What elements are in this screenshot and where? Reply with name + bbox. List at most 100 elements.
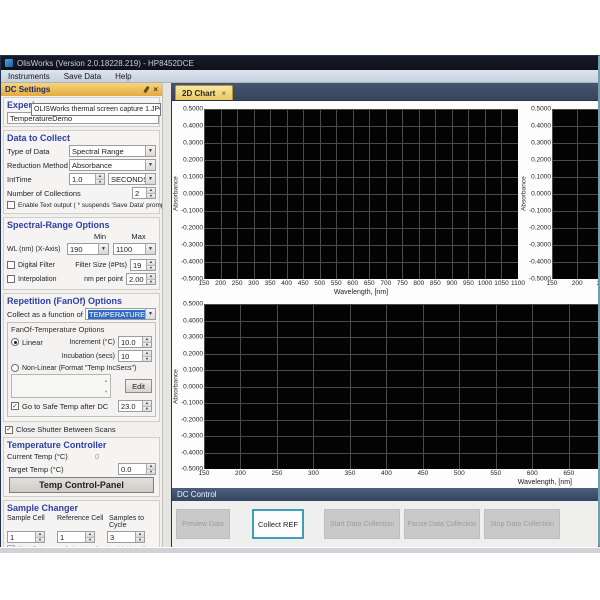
chevron-down-icon[interactable]: ▼ xyxy=(145,160,155,170)
collect-ref-button[interactable]: Collect REF xyxy=(252,509,304,539)
enable-text-output-checkbox[interactable] xyxy=(7,201,15,209)
y-tick-label: -0.2000 xyxy=(181,225,203,232)
spinner-arrows-icon[interactable]: ▲▼ xyxy=(146,464,155,474)
close-icon[interactable]: × xyxy=(153,86,158,93)
v-gridline xyxy=(221,109,222,279)
x-tick-label: 450 xyxy=(417,470,428,477)
chevron-down-icon[interactable]: ▼ xyxy=(98,244,108,254)
edit-button[interactable]: Edit xyxy=(125,379,152,393)
menu-save-data[interactable]: Save Data xyxy=(57,70,108,82)
x-tick-label: 500 xyxy=(314,280,325,287)
v-gridline xyxy=(435,109,436,279)
spinner-arrows-icon[interactable]: ▲▼ xyxy=(142,337,151,347)
spectral-range-title: Spectral-Range Options xyxy=(7,220,156,230)
x-tick-label: 800 xyxy=(413,280,424,287)
y-tick-label: -0.4000 xyxy=(181,259,203,266)
target-temp-label: Target Temp (°C) xyxy=(7,465,118,474)
h-gridline xyxy=(552,109,598,110)
reduction-method-select[interactable]: Absorbance ▼ xyxy=(69,159,156,171)
wl-min-select[interactable]: 190 ▼ xyxy=(67,243,109,255)
nm-per-point-stepper[interactable]: 2.00 ▲▼ xyxy=(126,273,156,285)
inttime-units-select[interactable]: SECONDS ▼ xyxy=(108,173,156,185)
max-label: Max xyxy=(121,232,156,241)
y-tick-label: 0.3000 xyxy=(531,140,551,147)
x-tick-label: 600 xyxy=(527,470,538,477)
y-tick-label: -0.3000 xyxy=(181,242,203,249)
spinner-arrows-icon[interactable]: ▲▼ xyxy=(146,274,155,284)
v-gridline xyxy=(350,304,351,469)
h-gridline xyxy=(204,177,518,178)
nonlinear-list-input[interactable]: ▲▼ xyxy=(11,374,111,398)
spinner-arrows-icon[interactable]: ▲▼ xyxy=(146,188,155,198)
current-temp-value: 0 xyxy=(95,452,99,461)
spinner-arrows-icon[interactable]: ▲▼ xyxy=(95,174,104,184)
chevron-down-icon[interactable]: ▼ xyxy=(145,174,155,184)
x-tick-label: 150 xyxy=(199,280,210,287)
v-gridline xyxy=(577,109,578,279)
dc-settings-body: OLISWorks thermal screen capture 1.JPG E… xyxy=(1,96,162,547)
interpolation-checkbox[interactable] xyxy=(7,275,15,283)
spinner-arrows-icon[interactable]: ▲▼ xyxy=(85,532,94,542)
spinner-arrows-icon[interactable]: ▲▼ xyxy=(35,532,44,542)
nonlinear-radio[interactable] xyxy=(11,364,19,372)
type-of-data-select[interactable]: Spectral Range ▼ xyxy=(69,145,156,157)
chevron-down-icon[interactable]: ▼ xyxy=(145,146,155,156)
v-gridline xyxy=(336,109,337,279)
v-gridline xyxy=(386,109,387,279)
plot-area[interactable] xyxy=(552,109,598,279)
panel-splitter[interactable] xyxy=(163,83,171,547)
h-gridline xyxy=(204,262,518,263)
v-gridline xyxy=(501,109,502,279)
target-temp-stepper[interactable]: 0.0 ▲▼ xyxy=(118,463,156,475)
pin-icon[interactable] xyxy=(144,86,150,93)
collect-fn-select[interactable]: TEMPERATURE (C) ▼ xyxy=(85,308,156,320)
safe-temp-stepper[interactable]: 23.0 ▲▼ xyxy=(118,400,152,412)
dc-settings-header: DC Settings × xyxy=(1,83,162,96)
incubation-stepper[interactable]: 10 ▲▼ xyxy=(118,350,152,362)
filter-size-stepper[interactable]: 19 ▲▼ xyxy=(130,259,156,271)
x-axis-title: Wavelength, [nm] xyxy=(204,479,598,488)
page: OlisWorks (Version 2.0.18228.219) - HP84… xyxy=(0,0,600,600)
h-gridline xyxy=(204,403,598,404)
digital-filter-checkbox[interactable] xyxy=(7,261,15,269)
tab-2d-chart[interactable]: 2D Chart × xyxy=(175,85,233,100)
plot-area[interactable] xyxy=(204,109,518,279)
h-gridline xyxy=(552,262,598,263)
spinner-arrows-icon[interactable]: ▲▼ xyxy=(142,351,151,361)
tab-close-icon[interactable]: × xyxy=(221,89,226,98)
digital-filter-label: Digital Filter xyxy=(18,262,66,269)
sample-cell-stepper[interactable]: 1 ▲▼ xyxy=(7,531,45,543)
y-tick-label: 0.0000 xyxy=(183,191,203,198)
x-tick-label: 300 xyxy=(248,280,259,287)
inttime-stepper[interactable]: 1.0 ▲▼ xyxy=(69,173,105,185)
h-gridline xyxy=(552,143,598,144)
close-shutter-checkbox[interactable]: ✓ xyxy=(5,426,13,434)
reference-cell-stepper[interactable]: 1 ▲▼ xyxy=(57,531,95,543)
linear-radio[interactable] xyxy=(11,338,19,346)
spinner-arrows-icon[interactable]: ▲▼ xyxy=(142,401,151,411)
samples-to-cycle-stepper[interactable]: 3 ▲▼ xyxy=(107,531,145,543)
h-gridline xyxy=(552,228,598,229)
chevron-down-icon[interactable]: ▼ xyxy=(145,244,155,254)
temp-control-panel-button[interactable]: Temp Control-Panel xyxy=(9,477,154,493)
collections-stepper[interactable]: 2 ▲▼ xyxy=(132,187,156,199)
repetition-section: Repetition (FanOf) Options Collect as a … xyxy=(3,293,160,422)
safe-temp-label: Go to Safe Temp after DC xyxy=(22,402,118,411)
y-tick-label: 0.0000 xyxy=(531,191,551,198)
v-gridline xyxy=(386,304,387,469)
y-tick-label: 0.2000 xyxy=(531,157,551,164)
spinner-arrows-icon[interactable]: ▲▼ xyxy=(102,375,110,397)
menu-instruments[interactable]: Instruments xyxy=(1,70,57,82)
wl-max-select[interactable]: 1100 ▼ xyxy=(113,243,156,255)
chevron-down-icon[interactable]: ▼ xyxy=(145,309,155,319)
h-gridline xyxy=(204,143,518,144)
safe-temp-checkbox[interactable]: ✓ xyxy=(11,402,19,410)
top-left-2d-chart: Absorbance 0.50000.40000.30000.20000.100… xyxy=(172,109,518,305)
spinner-arrows-icon[interactable]: ▲▼ xyxy=(135,532,144,542)
spinner-arrows-icon[interactable]: ▲▼ xyxy=(146,260,155,270)
increment-stepper[interactable]: 10.0 ▲▼ xyxy=(118,336,152,348)
plot-area[interactable] xyxy=(204,304,598,469)
enable-text-output-label: Enable Text output ( * suspends 'Save Da… xyxy=(18,202,162,209)
fanof-temperature-group: FanOf-Temperature Options Linear Increme… xyxy=(7,322,156,417)
menu-help[interactable]: Help xyxy=(108,70,138,82)
